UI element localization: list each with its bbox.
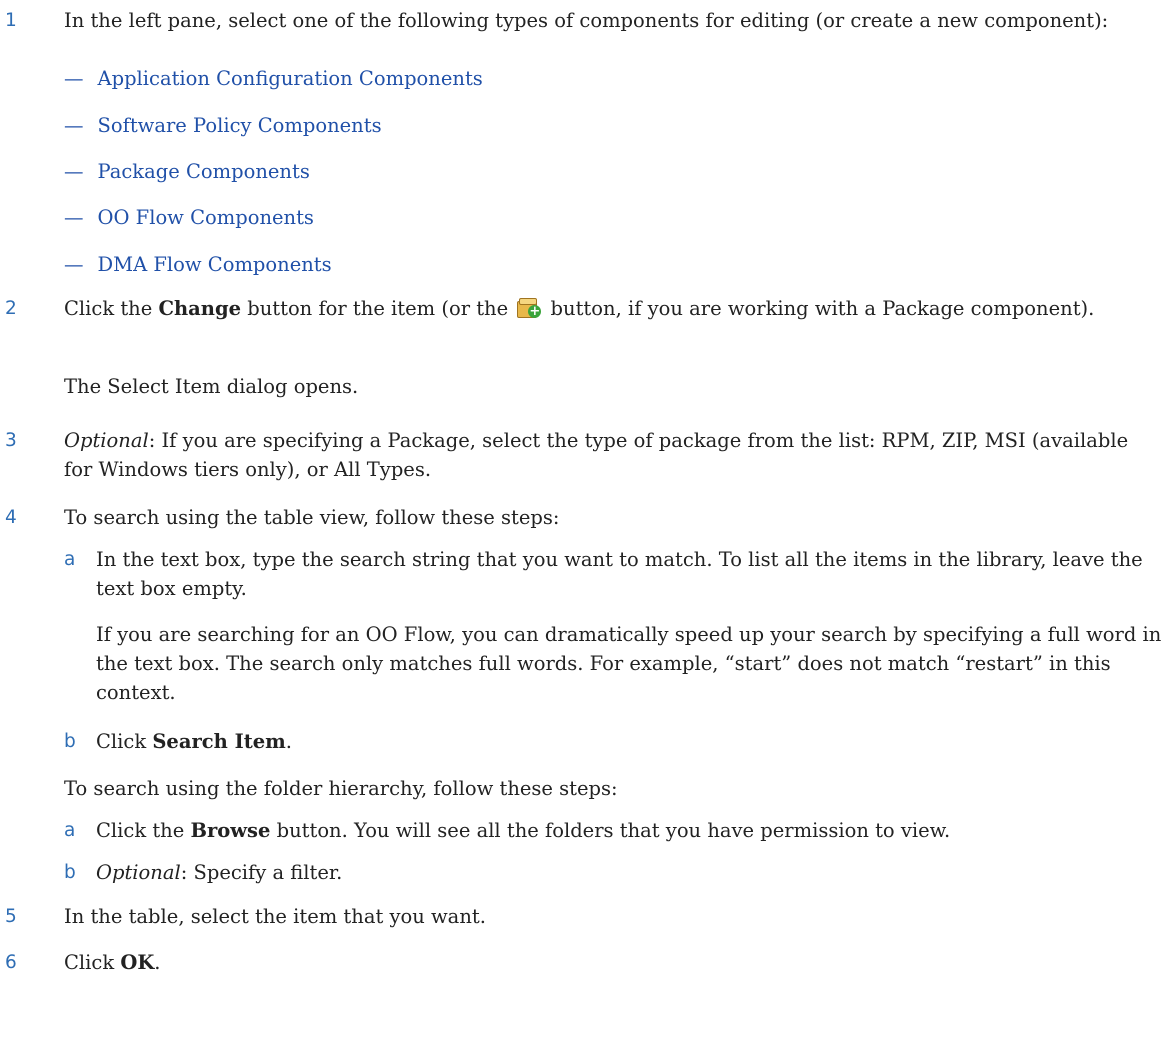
text-span: Click — [96, 730, 153, 753]
substep-note: If you are searching for an OO Flow, you… — [96, 623, 1162, 704]
text-span: button. You will see all the folders tha… — [270, 819, 951, 842]
step-text: Click OK. — [64, 948, 1159, 977]
dash: — — [64, 67, 84, 90]
link-text[interactable]: Application Configuration Components — [98, 67, 483, 90]
bold-ok: OK — [120, 951, 155, 974]
link-text[interactable]: Software Policy Components — [98, 114, 382, 137]
text-span: Click the — [96, 819, 191, 842]
italic-optional: Optional — [64, 429, 149, 452]
link-application-configuration-components[interactable]: — Application Configuration Components — [64, 64, 483, 93]
link-software-policy-components[interactable]: — Software Policy Components — [64, 111, 382, 140]
text-span: : If you are specifying a Package, selec… — [64, 429, 1129, 481]
substep-label: a — [64, 820, 76, 841]
dash: — — [64, 160, 84, 183]
step-text: Click the Change button for the item (or… — [64, 294, 1159, 323]
step-text: To search using the table view, follow t… — [64, 506, 560, 529]
dash: — — [64, 253, 84, 276]
step-number: 6 — [5, 952, 17, 973]
step-note: The Select Item dialog opens. — [64, 375, 359, 398]
substep-label: b — [64, 862, 76, 883]
bold-search-item: Search Item — [152, 730, 286, 753]
substep-label: a — [64, 549, 76, 570]
substep-text: Click the Browse button. You will see al… — [96, 816, 1166, 845]
package-add-icon: + — [516, 297, 542, 319]
bold-browse: Browse — [190, 819, 271, 842]
text-span: Click the — [64, 297, 159, 320]
text-span: button for the item (or the — [241, 297, 515, 320]
text-span: button, if you are working with a Packag… — [544, 297, 1095, 320]
dash: — — [64, 206, 84, 229]
dash: — — [64, 114, 84, 137]
text-span: Click — [64, 951, 121, 974]
text-span: . — [285, 730, 292, 753]
step-text: In the left pane, select one of the foll… — [64, 9, 1109, 32]
step-number: 5 — [5, 906, 17, 927]
italic-optional: Optional — [96, 861, 181, 884]
folder-hierarchy-text: To search using the folder hierarchy, fo… — [64, 777, 618, 800]
step-number: 3 — [5, 430, 17, 451]
substep-text: In the text box, type the search string … — [96, 548, 1143, 600]
substep-text: Optional: Specify a filter. — [96, 858, 1166, 887]
step-number: 2 — [5, 298, 17, 319]
link-dma-flow-components[interactable]: — DMA Flow Components — [64, 250, 332, 279]
link-text[interactable]: Package Components — [98, 160, 310, 183]
bold-change: Change — [158, 297, 242, 320]
step-text: Optional: If you are specifying a Packag… — [64, 426, 1159, 484]
step-number: 1 — [5, 10, 17, 31]
link-package-components[interactable]: — Package Components — [64, 157, 310, 186]
step-number: 4 — [5, 507, 17, 528]
step-text: In the table, select the item that you w… — [64, 905, 486, 928]
link-text[interactable]: DMA Flow Components — [98, 253, 332, 276]
text-span: : Specify a filter. — [180, 861, 343, 884]
substep-label: b — [64, 731, 76, 752]
link-text[interactable]: OO Flow Components — [98, 206, 314, 229]
substep-text: Click Search Item. — [96, 727, 1166, 756]
link-oo-flow-components[interactable]: — OO Flow Components — [64, 203, 314, 232]
text-span: . — [154, 951, 161, 974]
